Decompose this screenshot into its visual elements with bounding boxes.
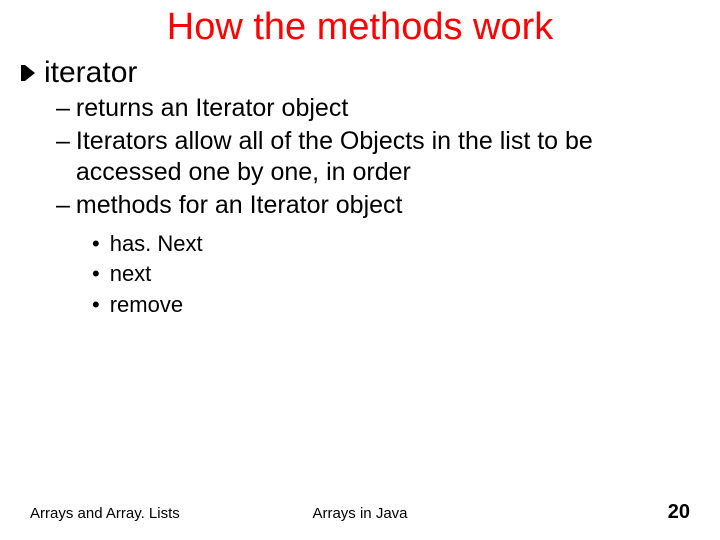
dash-icon: – (56, 190, 70, 221)
level3-text: has. Next (110, 230, 203, 259)
dash-icon: – (56, 93, 70, 124)
bullet-level1: iterator (20, 56, 700, 91)
content-area: iterator – returns an Iterator object – … (20, 56, 700, 321)
footer-center: Arrays in Java (0, 505, 720, 522)
level2-text: Iterators allow all of the Objects in th… (76, 126, 700, 189)
dash-icon: – (56, 126, 70, 189)
level2-text: methods for an Iterator object (76, 190, 700, 221)
bullet-level2: – methods for an Iterator object (56, 190, 700, 221)
bullet-level3: • remove (92, 291, 700, 320)
dot-icon: • (92, 260, 100, 289)
slide-title: How the methods work (0, 6, 720, 49)
level3-text: next (110, 260, 152, 289)
slide: How the methods work iterator – returns … (0, 0, 720, 540)
page-number: 20 (668, 501, 690, 524)
dot-icon: • (92, 291, 100, 320)
level2-text: returns an Iterator object (76, 93, 700, 124)
dot-icon: • (92, 230, 100, 259)
bullet-level2: – returns an Iterator object (56, 93, 700, 124)
footer: Arrays and Array. Lists Arrays in Java 2… (0, 498, 720, 522)
level1-text: iterator (44, 56, 137, 91)
bullet-level2: – Iterators allow all of the Objects in … (56, 126, 700, 189)
level3-text: remove (110, 291, 183, 320)
bullet-level3: • next (92, 260, 700, 289)
bullet-level3: • has. Next (92, 230, 700, 259)
bullet-icon (20, 64, 36, 87)
